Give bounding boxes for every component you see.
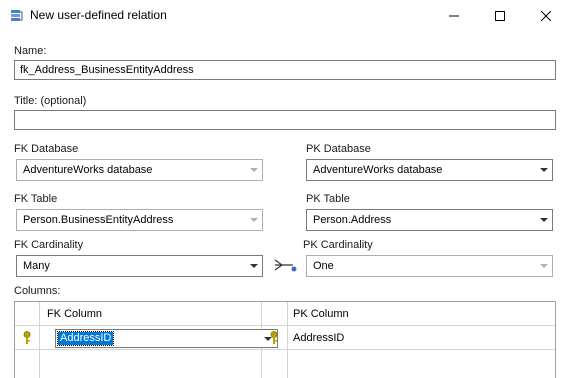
pk-database-select[interactable]: AdventureWorks database [306, 159, 553, 181]
fk-table-select[interactable]: Person.BusinessEntityAddress [16, 209, 263, 231]
pk-table-label: PK Table [306, 193, 350, 205]
pk-database-label: PK Database [306, 143, 371, 155]
fk-cardinality-value: Many [23, 260, 50, 272]
fk-cardinality-select[interactable]: Many [16, 255, 263, 277]
key-icon [23, 331, 31, 345]
chevron-down-icon [540, 168, 548, 172]
name-label: Name: [14, 45, 47, 57]
window-title: New user-defined relation [30, 8, 167, 22]
maximize-button[interactable] [477, 0, 523, 32]
fk-database-label: FK Database [14, 143, 79, 155]
fk-table-label: FK Table [14, 193, 58, 205]
pk-table-value: Person.Address [313, 214, 392, 226]
fk-column-select[interactable]: AddressID [55, 329, 278, 348]
fk-column-header: FK Column [47, 308, 103, 320]
columns-label: Columns: [14, 285, 61, 297]
name-input-value: fk_Address_BusinessEntityAddress [20, 64, 194, 76]
close-icon [541, 11, 551, 21]
grid-divider [287, 302, 288, 378]
columns-grid[interactable]: FK Column PK Column AddressID AddressID [14, 301, 556, 378]
relation-connector-icon [273, 257, 299, 273]
close-button[interactable] [523, 0, 569, 32]
minimize-icon [449, 15, 459, 17]
pk-cardinality-value: One [313, 260, 334, 272]
grid-divider [39, 302, 40, 378]
fk-database-select[interactable]: AdventureWorks database [16, 159, 263, 181]
chevron-down-icon [250, 168, 258, 172]
maximize-icon [495, 11, 505, 21]
fk-table-value: Person.BusinessEntityAddress [23, 214, 174, 226]
chevron-down-icon [540, 218, 548, 222]
pk-column-header: PK Column [293, 308, 349, 320]
chevron-down-icon [540, 264, 548, 268]
chevron-down-icon [250, 264, 258, 268]
fk-column-value: AddressID [56, 331, 115, 346]
pk-column-value[interactable]: AddressID [293, 332, 344, 344]
title-label: Title: (optional) [14, 95, 87, 107]
fk-database-value: AdventureWorks database [23, 164, 153, 176]
pk-cardinality-select[interactable]: One [306, 255, 553, 277]
chevron-down-icon [250, 218, 258, 222]
pk-table-select[interactable]: Person.Address [306, 209, 553, 231]
pk-cardinality-label: PK Cardinality [303, 239, 373, 251]
pk-database-value: AdventureWorks database [313, 164, 443, 176]
minimize-button[interactable] [431, 0, 477, 32]
fk-cardinality-label: FK Cardinality [14, 239, 84, 251]
database-relation-icon [8, 8, 24, 24]
title-input[interactable] [14, 110, 556, 130]
title-bar: New user-defined relation [0, 0, 570, 32]
key-icon [270, 331, 278, 345]
name-input[interactable]: fk_Address_BusinessEntityAddress [14, 60, 556, 80]
